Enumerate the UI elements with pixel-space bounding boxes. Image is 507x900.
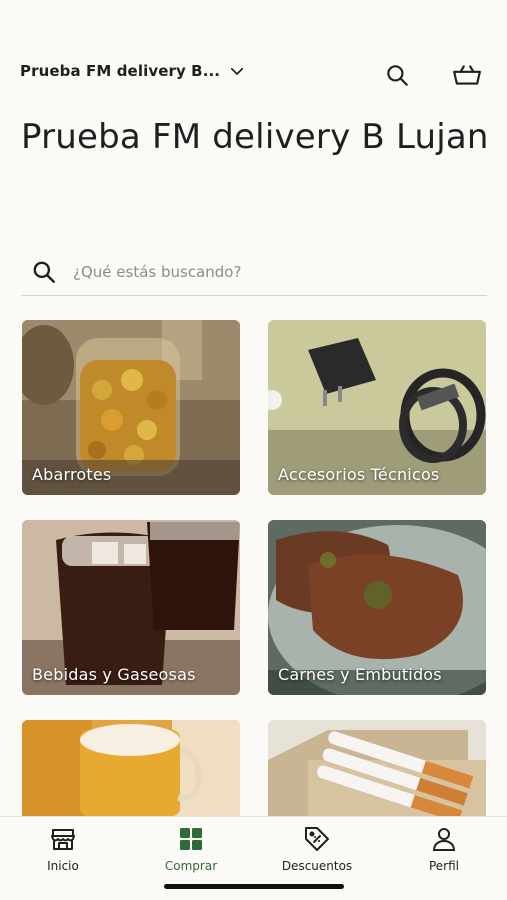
tag-icon: [305, 827, 329, 851]
category-label: Carnes y Embutidos: [278, 665, 442, 684]
chevron-down-icon: [231, 67, 244, 75]
store-selector[interactable]: Prueba FM delivery B...: [20, 62, 246, 80]
page-title: Prueba FM delivery B Lujan: [21, 117, 489, 157]
search-button[interactable]: [382, 60, 412, 90]
nav-label: Comprar: [164, 859, 218, 873]
category-card-abarrotes[interactable]: Abarrotes: [22, 320, 240, 495]
store-name: Prueba FM delivery B...: [20, 62, 221, 80]
top-bar: Prueba FM delivery B...: [0, 0, 507, 110]
basket-icon: [453, 65, 481, 85]
grid-icon: [180, 828, 202, 850]
category-card-carnes-embutidos[interactable]: Carnes y Embutidos: [268, 520, 486, 695]
nav-label: Descuentos: [281, 859, 353, 873]
user-icon: [432, 828, 456, 851]
category-card-cervezas[interactable]: [22, 720, 240, 816]
search-bar[interactable]: [21, 248, 487, 296]
nav-inicio[interactable]: Inicio: [8, 825, 118, 873]
category-card-bebidas-gaseosas[interactable]: Bebidas y Gaseosas: [22, 520, 240, 695]
beer-glass-image: [22, 720, 240, 816]
category-label: Abarrotes: [32, 465, 112, 484]
category-card-cigarrillos[interactable]: [268, 720, 486, 816]
store-icon: [51, 829, 75, 850]
nav-label: Inicio: [47, 859, 79, 873]
nav-descuentos[interactable]: Descuentos: [262, 825, 372, 873]
nav-label: Perfil: [428, 859, 460, 873]
nav-perfil[interactable]: Perfil: [389, 825, 499, 873]
search-icon: [387, 65, 408, 86]
search-input[interactable]: [73, 262, 453, 281]
basket-button[interactable]: [452, 60, 482, 90]
home-indicator: [164, 884, 344, 889]
cigarettes-image: [268, 720, 486, 816]
category-label: Bebidas y Gaseosas: [32, 665, 196, 684]
category-card-accesorios-tecnicos[interactable]: Accesorios Técnicos: [268, 320, 486, 495]
search-icon: [33, 261, 55, 283]
category-label: Accesorios Técnicos: [278, 465, 440, 484]
nav-comprar[interactable]: Comprar: [136, 825, 246, 873]
